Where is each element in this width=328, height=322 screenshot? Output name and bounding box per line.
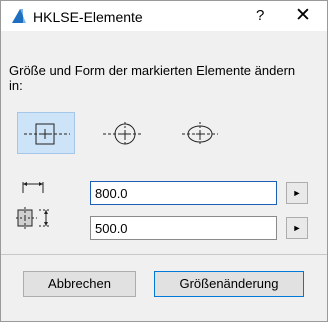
width-dimension-icon (21, 179, 49, 198)
height-arrow-button[interactable]: ► (286, 217, 308, 239)
help-button[interactable]: ? (256, 7, 264, 24)
width-input[interactable]: 800.0 (90, 181, 277, 205)
window-title: HKLSE-Elemente (33, 9, 143, 25)
circle-shape-icon (103, 122, 143, 146)
rectangle-shape-icon (24, 123, 70, 145)
cancel-button[interactable]: Abbrechen (23, 271, 136, 297)
title-bar: HKLSE-Elemente ? ✕ (1, 1, 327, 31)
dialog-window: HKLSE-Elemente ? ✕ Größe und Form der ma… (0, 0, 328, 322)
ellipse-shape-icon (182, 122, 218, 146)
rectangle-shape-button[interactable] (17, 112, 75, 154)
divider (1, 254, 327, 255)
ellipse-shape-button[interactable] (171, 112, 229, 154)
resize-button[interactable]: Größenänderung (154, 271, 304, 297)
circle-shape-button[interactable] (96, 112, 154, 154)
app-icon (11, 8, 27, 24)
width-arrow-button[interactable]: ► (286, 182, 308, 204)
close-button[interactable]: ✕ (295, 4, 311, 27)
height-input[interactable]: 500.0 (90, 216, 277, 240)
description-text: Größe und Form der markierten Elemente ä… (9, 63, 296, 93)
height-dimension-icon (15, 204, 55, 235)
